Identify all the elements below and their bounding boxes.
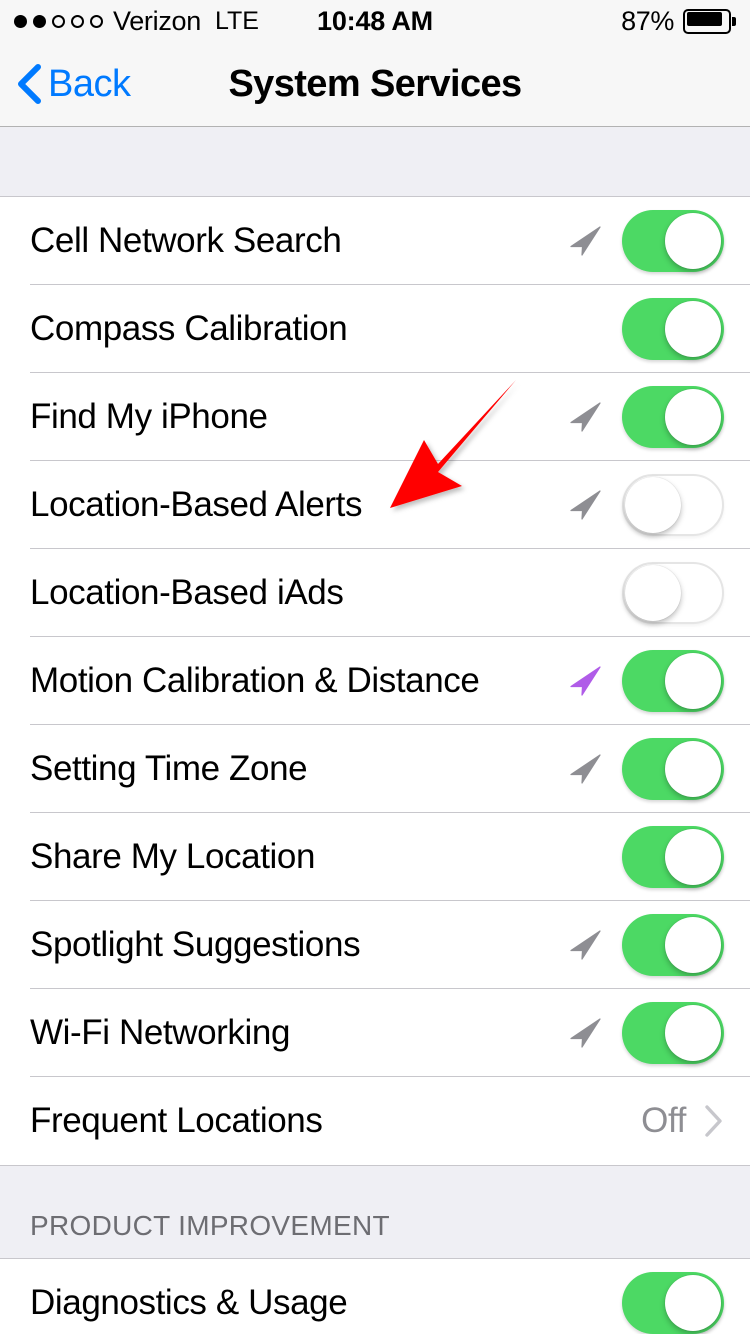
system-services-list: Cell Network Search Compass Calibration Fi… [0,197,750,1166]
status-bar: Verizon LTE 10:48 AM 87% [0,0,750,42]
row-accessory [566,826,724,888]
row-accessory [566,1002,724,1064]
chevron-right-icon [705,1105,722,1137]
location-arrow-icon [570,666,601,696]
toggle-switch[interactable] [622,386,724,448]
toggle-switch[interactable] [622,562,724,624]
row-accessory [566,562,724,624]
battery-percent-label: 87% [621,5,674,36]
toggle-switch[interactable] [622,738,724,800]
toggle-switch[interactable] [622,650,724,712]
toggle-knob [665,653,721,709]
row-label: Motion Calibration & Distance [30,661,480,700]
toggle-knob [665,1275,721,1331]
chevron-left-icon [18,64,41,104]
back-button-label: Back [48,62,131,105]
toggle-switch[interactable] [622,1272,724,1334]
iphone-screen: Verizon LTE 10:48 AM 87% Back System Ser… [0,0,750,1334]
signal-dot [33,14,46,28]
row-accessory [566,474,724,536]
signal-dot [14,14,27,28]
system-service-row[interactable]: Location-Based iAds [0,549,750,637]
toggle-switch[interactable] [622,826,724,888]
location-arrow-icon [570,226,601,256]
signal-dot [90,14,103,28]
row-value: Off [641,1101,686,1140]
row-label: Compass Calibration [30,309,348,348]
toggle-knob [625,565,681,621]
system-service-row[interactable]: Compass Calibration [0,285,750,373]
system-service-row[interactable]: Setting Time Zone [0,725,750,813]
system-service-row[interactable]: Find My iPhone [0,373,750,461]
section-header-product-improvement: PRODUCT IMPROVEMENT [0,1166,750,1258]
product-improvement-list: Diagnostics & Usage [0,1258,750,1334]
status-bar-right: 87% [621,6,736,37]
navigation-bar: Back System Services [0,42,750,127]
toggle-knob [625,477,681,533]
row-accessory [566,386,724,448]
battery-icon [683,8,736,34]
toggle-switch[interactable] [622,1002,724,1064]
toggle-switch[interactable] [622,474,724,536]
back-button[interactable]: Back [16,62,131,106]
row-label: Location-Based iAds [30,573,344,612]
row-label: Wi-Fi Networking [30,1013,291,1052]
system-service-row[interactable]: Frequent Locations Off [0,1077,750,1165]
signal-dot [52,14,65,28]
system-service-row[interactable]: Cell Network Search [0,197,750,285]
table-top-spacer [0,127,750,197]
system-service-row[interactable]: Share My Location [0,813,750,901]
location-arrow-icon [570,402,601,432]
row-label: Frequent Locations [30,1101,323,1140]
toggle-switch[interactable] [622,914,724,976]
toggle-knob [665,741,721,797]
row-label: Cell Network Search [30,221,342,260]
row-accessory [566,298,724,360]
row-label: Setting Time Zone [30,749,308,788]
status-bar-left: Verizon LTE [14,6,259,37]
system-service-row[interactable]: Wi-Fi Networking [0,989,750,1077]
system-service-row[interactable]: Location-Based Alerts [0,461,750,549]
row-accessory: Off [641,1101,724,1141]
toggle-switch[interactable] [622,298,724,360]
toggle-knob [665,213,721,269]
location-arrow-icon [570,930,601,960]
toggle-knob [665,389,721,445]
location-arrow-icon [570,1018,601,1048]
product-improvement-row[interactable]: Diagnostics & Usage [0,1259,750,1334]
toggle-switch[interactable] [622,210,724,272]
row-accessory [566,1272,724,1334]
toggle-knob [665,917,721,973]
system-service-row[interactable]: Spotlight Suggestions [0,901,750,989]
signal-dot [71,14,84,28]
row-label: Diagnostics & Usage [30,1283,348,1322]
row-label: Share My Location [30,837,316,876]
system-service-row[interactable]: Motion Calibration & Distance [0,637,750,725]
network-mode-label: LTE [214,6,259,35]
row-label: Spotlight Suggestions [30,925,361,964]
signal-strength-icon [14,14,103,28]
location-arrow-icon [570,490,601,520]
carrier-label: Verizon [113,5,201,36]
row-accessory [566,914,724,976]
toggle-knob [665,829,721,885]
toggle-knob [665,301,721,357]
toggle-knob [665,1005,721,1061]
row-accessory [566,210,724,272]
row-accessory [566,738,724,800]
row-label: Find My iPhone [30,397,268,436]
row-accessory [566,650,724,712]
row-label: Location-Based Alerts [30,485,363,524]
location-arrow-icon [570,754,601,784]
